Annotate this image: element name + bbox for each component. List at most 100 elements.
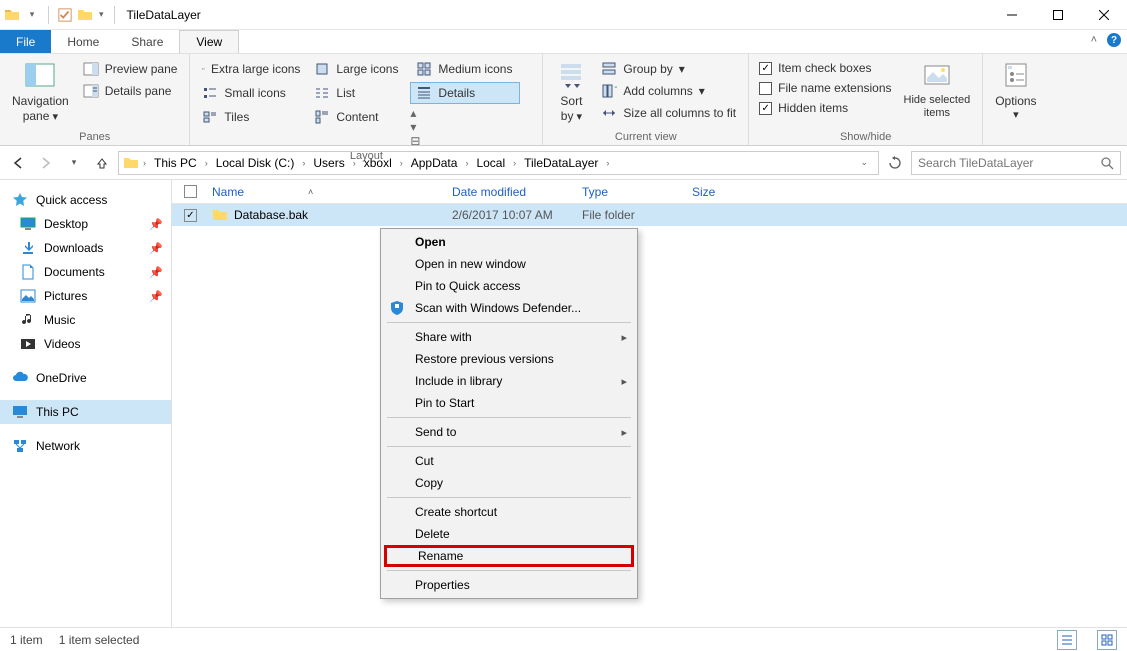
sidebar-item-documents[interactable]: Documents📌 — [0, 260, 171, 284]
layout-medium[interactable]: Medium icons — [410, 58, 520, 80]
monitor-icon — [12, 404, 28, 420]
properties-check-icon[interactable] — [57, 7, 73, 23]
layout-scroll-up-icon[interactable]: ▴ — [410, 106, 426, 120]
context-share-with[interactable]: Share with▸ — [381, 326, 637, 348]
submenu-arrow-icon: ▸ — [621, 375, 627, 388]
context-send-to[interactable]: Send to▸ — [381, 421, 637, 443]
search-icon[interactable] — [1100, 156, 1114, 170]
sidebar-item-music[interactable]: Music — [0, 308, 171, 332]
check-file-extensions[interactable]: File name extensions — [755, 78, 895, 98]
context-copy[interactable]: Copy — [381, 472, 637, 494]
check-hidden-items[interactable]: ✓Hidden items — [755, 98, 895, 118]
sidebar-item-downloads[interactable]: Downloads📌 — [0, 236, 171, 260]
details-pane-button[interactable]: Details pane — [77, 80, 184, 102]
view-large-icons-button[interactable] — [1097, 630, 1117, 650]
column-type[interactable]: Type — [574, 185, 684, 199]
help-icon[interactable]: ? — [1107, 33, 1121, 47]
row-type: File folder — [574, 208, 684, 222]
tab-view[interactable]: View — [179, 30, 239, 53]
up-button[interactable] — [90, 151, 114, 175]
sort-indicator-icon: ˄ — [308, 187, 313, 197]
breadcrumb-seg[interactable]: TileDataLayer — [518, 152, 604, 174]
back-button[interactable] — [6, 151, 30, 175]
qat-chevron-icon[interactable]: ▾ — [97, 9, 106, 20]
breadcrumb[interactable]: › This PC› Local Disk (C:)› Users› xboxl… — [118, 151, 879, 175]
chevron-right-icon[interactable]: › — [141, 158, 148, 168]
layout-large[interactable]: Large icons — [308, 58, 408, 80]
layout-list[interactable]: List — [308, 82, 408, 104]
qat-dropdown-icon[interactable]: ▾ — [24, 7, 40, 23]
breadcrumb-seg[interactable]: This PC — [148, 152, 203, 174]
tab-home[interactable]: Home — [51, 30, 115, 53]
layout-expand-icon[interactable]: ⊟ — [410, 134, 426, 148]
add-columns-button[interactable]: +Add columns ▾ — [595, 80, 742, 102]
size-columns-button[interactable]: Size all columns to fit — [595, 102, 742, 124]
context-cut[interactable]: Cut — [381, 450, 637, 472]
preview-pane-button[interactable]: Preview pane — [77, 58, 184, 80]
breadcrumb-seg[interactable]: AppData — [405, 152, 464, 174]
layout-content[interactable]: Content — [308, 106, 408, 128]
context-restore-versions[interactable]: Restore previous versions — [381, 348, 637, 370]
breadcrumb-seg[interactable]: Local — [470, 152, 511, 174]
pin-icon: 📌 — [149, 266, 163, 279]
context-include-library[interactable]: Include in library▸ — [381, 370, 637, 392]
sidebar-quick-access[interactable]: Quick access — [0, 188, 171, 212]
chevron-right-icon[interactable]: › — [398, 158, 405, 168]
context-create-shortcut[interactable]: Create shortcut — [381, 501, 637, 523]
context-open[interactable]: Open — [381, 231, 637, 253]
sidebar-onedrive[interactable]: OneDrive — [0, 366, 171, 390]
context-properties[interactable]: Properties — [381, 574, 637, 596]
chevron-right-icon[interactable]: › — [463, 158, 470, 168]
table-row[interactable]: Database.bak 2/6/2017 10:07 AM File fold… — [172, 204, 1127, 226]
search-box[interactable] — [911, 151, 1121, 175]
recent-locations-button[interactable]: ▾ — [62, 151, 86, 175]
layout-details[interactable]: Details — [410, 82, 520, 104]
breadcrumb-seg[interactable]: Local Disk (C:) — [210, 152, 301, 174]
navigation-pane-button[interactable]: Navigation pane ▾ — [6, 58, 75, 126]
context-scan-defender[interactable]: Scan with Windows Defender... — [381, 297, 637, 319]
group-by-button[interactable]: Group by ▾ — [595, 58, 742, 80]
maximize-button[interactable] — [1035, 0, 1081, 30]
column-name[interactable]: Name˄ — [204, 185, 444, 199]
view-details-button[interactable] — [1057, 630, 1077, 650]
refresh-button[interactable] — [883, 151, 907, 175]
context-open-new-window[interactable]: Open in new window — [381, 253, 637, 275]
sidebar-item-desktop[interactable]: Desktop📌 — [0, 212, 171, 236]
tab-file[interactable]: File — [0, 30, 51, 53]
context-delete[interactable]: Delete — [381, 523, 637, 545]
forward-button[interactable] — [34, 151, 58, 175]
chevron-right-icon[interactable]: › — [604, 158, 611, 168]
context-rename[interactable]: Rename — [384, 545, 634, 567]
sort-by-button[interactable]: Sort by ▾ — [549, 58, 593, 126]
sidebar-item-pictures[interactable]: Pictures📌 — [0, 284, 171, 308]
column-date[interactable]: Date modified — [444, 185, 574, 199]
chevron-right-icon[interactable]: › — [511, 158, 518, 168]
sidebar-network[interactable]: Network — [0, 434, 171, 458]
chevron-right-icon[interactable]: › — [300, 158, 307, 168]
collapse-ribbon-icon[interactable]: ˄ — [1091, 34, 1097, 46]
chevron-right-icon[interactable]: › — [203, 158, 210, 168]
sidebar-item-videos[interactable]: Videos — [0, 332, 171, 356]
context-pin-quick-access[interactable]: Pin to Quick access — [381, 275, 637, 297]
picture-icon — [20, 288, 36, 304]
select-all-checkbox[interactable] — [184, 185, 197, 198]
search-input[interactable] — [918, 156, 1100, 170]
layout-scroll-down-icon[interactable]: ▾ — [410, 120, 426, 134]
hide-selected-button[interactable]: Hide selected items — [898, 58, 977, 122]
close-button[interactable] — [1081, 0, 1127, 30]
layout-tiles[interactable]: Tiles — [196, 106, 306, 128]
chevron-right-icon[interactable]: › — [351, 158, 358, 168]
breadcrumb-seg[interactable]: Users — [307, 152, 350, 174]
address-dropdown-icon[interactable]: ⌄ — [854, 157, 874, 168]
context-pin-start[interactable]: Pin to Start — [381, 392, 637, 414]
column-size[interactable]: Size — [684, 185, 764, 199]
layout-extra-large[interactable]: Extra large icons — [196, 58, 306, 80]
check-item-checkboxes[interactable]: ✓Item check boxes — [755, 58, 895, 78]
options-button[interactable]: Options▾ — [989, 58, 1042, 124]
tab-share[interactable]: Share — [115, 30, 179, 53]
minimize-button[interactable] — [989, 0, 1035, 30]
layout-small[interactable]: Small icons — [196, 82, 306, 104]
sidebar-this-pc[interactable]: This PC — [0, 400, 171, 424]
breadcrumb-seg[interactable]: xboxl — [358, 152, 398, 174]
row-checkbox[interactable] — [184, 209, 197, 222]
